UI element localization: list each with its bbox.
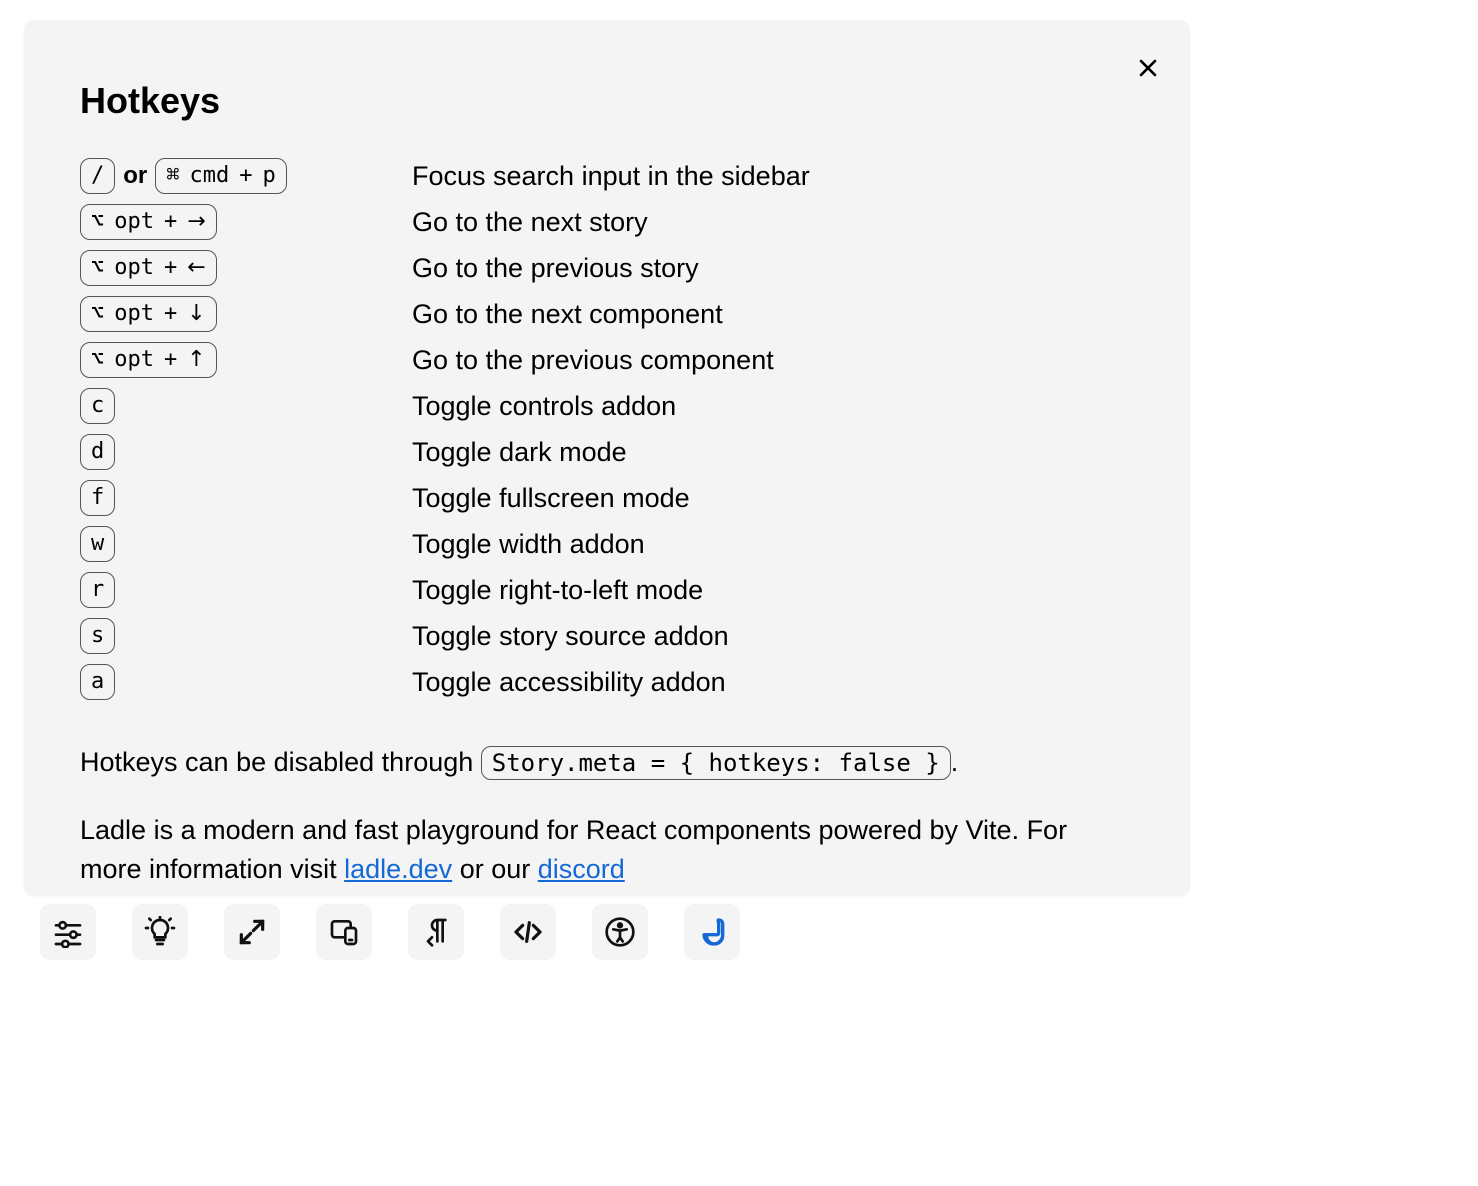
kbd-key: ⌘cmd+p (155, 158, 287, 195)
hotkey-keys: ⌥opt+← (80, 250, 412, 287)
hotkey-keys: ⌥opt+↑ (80, 342, 412, 379)
kbd-key: s (80, 618, 115, 655)
hotkey-row: a Toggle accessibility addon (80, 662, 1134, 702)
kbd-key: ⌥opt+↓ (80, 296, 217, 333)
hotkey-description: Go to the next component (412, 296, 723, 332)
hotkey-row: w Toggle width addon (80, 524, 1134, 564)
ladle-dev-link[interactable]: ladle.dev (344, 854, 452, 884)
hotkey-description: Go to the next story (412, 204, 648, 240)
kbd-key: / (80, 158, 115, 195)
hotkeys-modal: Hotkeys / or ⌘cmd+p Focus search input in t… (24, 20, 1190, 896)
rtl-addon-button[interactable] (408, 904, 464, 960)
hotkey-keys: a (80, 664, 412, 701)
hotkey-description: Go to the previous component (412, 342, 774, 378)
kbd-key: ⌥opt+→ (80, 204, 217, 241)
hotkey-keys: ⌥opt+↓ (80, 296, 412, 333)
hotkey-row: ⌥opt+← Go to the previous story (80, 248, 1134, 288)
modal-title: Hotkeys (80, 80, 1134, 122)
fullscreen-addon-button[interactable] (224, 904, 280, 960)
hotkey-description: Focus search input in the sidebar (412, 158, 810, 194)
kbd-key: ⌥opt+↑ (80, 342, 217, 379)
hotkey-keys: f (80, 480, 412, 517)
hotkey-row: ⌥opt+↓ Go to the next component (80, 294, 1134, 334)
hotkey-keys: d (80, 434, 412, 471)
about-text: Ladle is a modern and fast playground fo… (80, 811, 1134, 889)
disable-note: Hotkeys can be disabled through Story.me… (80, 742, 1134, 783)
accessibility-icon (604, 916, 636, 948)
hotkey-row: s Toggle story source addon (80, 616, 1134, 656)
hotkey-description: Toggle story source addon (412, 618, 729, 654)
theme-addon-button[interactable] (132, 904, 188, 960)
ladle-addon-button[interactable] (684, 904, 740, 960)
hotkey-description: Toggle dark mode (412, 434, 627, 470)
hotkey-keys: ⌥opt+→ (80, 204, 412, 241)
hotkey-description: Toggle width addon (412, 526, 645, 562)
hotkey-description: Toggle right-to-left mode (412, 572, 703, 608)
hotkey-keys: / or ⌘cmd+p (80, 158, 412, 195)
discord-link[interactable]: discord (538, 854, 625, 884)
ladle-icon (696, 916, 728, 948)
disable-note-prefix: Hotkeys can be disabled through (80, 747, 481, 777)
disable-note-suffix: . (951, 747, 959, 777)
hotkey-description: Toggle fullscreen mode (412, 480, 690, 516)
hotkey-row: r Toggle right-to-left mode (80, 570, 1134, 610)
hotkey-keys: w (80, 526, 412, 563)
hotkey-row: f Toggle fullscreen mode (80, 478, 1134, 518)
hotkey-description: Toggle accessibility addon (412, 664, 726, 700)
disable-note-code: Story.meta = { hotkeys: false } (481, 746, 951, 780)
pilcrow-icon (420, 916, 452, 948)
hotkey-keys: s (80, 618, 412, 655)
code-icon (512, 916, 544, 948)
kbd-key: f (80, 480, 115, 517)
hotkey-row: c Toggle controls addon (80, 386, 1134, 426)
hotkey-row: d Toggle dark mode (80, 432, 1134, 472)
lightbulb-icon (144, 916, 176, 948)
a11y-addon-button[interactable] (592, 904, 648, 960)
addon-bar (40, 904, 740, 960)
kbd-key: r (80, 572, 115, 609)
width-addon-button[interactable] (316, 904, 372, 960)
close-icon (1136, 55, 1160, 81)
expand-icon (236, 916, 268, 948)
hotkey-description: Go to the previous story (412, 250, 699, 286)
kbd-key: d (80, 434, 115, 471)
hotkey-description: Toggle controls addon (412, 388, 676, 424)
hotkey-row: ⌥opt+↑ Go to the previous component (80, 340, 1134, 380)
hotkey-row: / or ⌘cmd+p Focus search input in the sideb… (80, 156, 1134, 196)
about-mid: or our (452, 854, 538, 884)
sliders-icon (52, 916, 84, 948)
controls-addon-button[interactable] (40, 904, 96, 960)
kbd-key: w (80, 526, 115, 563)
hotkey-rows: / or ⌘cmd+p Focus search input in the sideb… (80, 156, 1134, 702)
or-separator: or (123, 162, 147, 190)
kbd-key: ⌥opt+← (80, 250, 217, 287)
kbd-key: a (80, 664, 115, 701)
devices-icon (328, 916, 360, 948)
kbd-key: c (80, 388, 115, 425)
close-button[interactable] (1130, 50, 1166, 86)
hotkey-row: ⌥opt+→ Go to the next story (80, 202, 1134, 242)
source-addon-button[interactable] (500, 904, 556, 960)
hotkey-keys: c (80, 388, 412, 425)
hotkey-keys: r (80, 572, 412, 609)
